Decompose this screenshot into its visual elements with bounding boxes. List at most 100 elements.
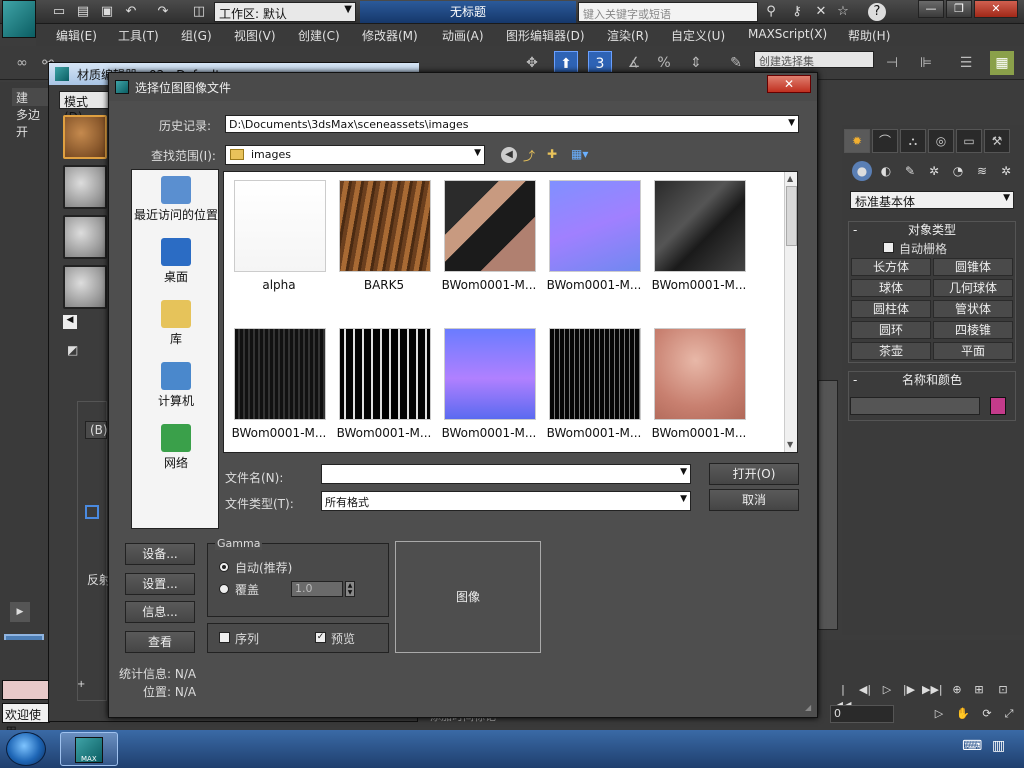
open-button[interactable]: 打开(O) xyxy=(709,463,799,485)
autogrid-row[interactable]: 自动栅格 xyxy=(883,240,947,257)
history-dropdown[interactable]: D:\Documents\3dsMax\sceneassets\images ▼ xyxy=(225,115,799,133)
prev-frame-icon[interactable]: ◀| xyxy=(856,682,874,698)
view-button[interactable]: 查看 xyxy=(125,631,195,653)
place-3[interactable]: 计算机 xyxy=(132,362,220,409)
shapes-icon[interactable]: ◐ xyxy=(876,161,896,181)
key-icon[interactable]: ⚷ xyxy=(788,3,806,21)
scroll-left-icon[interactable]: ◀ xyxy=(63,315,77,329)
menu-item[interactable]: MAXScript(X) xyxy=(748,27,827,41)
filetype-dropdown[interactable]: 所有格式 ▼ xyxy=(321,491,691,511)
lights-icon[interactable]: ✎ xyxy=(900,161,920,181)
file-name[interactable]: BWom0001-M... xyxy=(329,426,439,440)
settings-button[interactable]: 设置... xyxy=(125,573,195,595)
menu-item[interactable]: 视图(V) xyxy=(234,27,276,44)
preview-checkbox[interactable]: ✓ xyxy=(315,632,326,643)
key-mode-icon[interactable]: ⊕ xyxy=(948,682,966,698)
file-name[interactable]: BWom0001-M... xyxy=(539,278,649,292)
play-icon[interactable]: ▶ xyxy=(10,602,30,622)
name-color-header[interactable]: - 名称和颜色 xyxy=(849,372,1015,388)
object-type-button[interactable]: 圆锥体 xyxy=(933,258,1013,276)
gamma-auto-radio[interactable] xyxy=(219,562,229,572)
material-slot[interactable] xyxy=(63,215,107,259)
info-button[interactable]: 信息... xyxy=(125,601,195,623)
pan-icon[interactable]: ▷ xyxy=(930,706,948,722)
project-folder-icon[interactable]: ◫ xyxy=(190,3,208,21)
file-name[interactable]: BARK5 xyxy=(329,278,439,292)
save-icon[interactable]: ▣ xyxy=(98,3,116,21)
restore-button[interactable]: ❐ xyxy=(946,0,972,18)
orbit-icon[interactable]: ⟳ xyxy=(978,706,996,722)
file-thumbnail[interactable] xyxy=(654,328,746,420)
app-logo-button[interactable] xyxy=(2,0,36,38)
place-2[interactable]: 库 xyxy=(132,300,220,347)
object-type-button[interactable]: 平面 xyxy=(933,342,1013,360)
cancel-button[interactable]: 取消 xyxy=(709,489,799,511)
viewport[interactable] xyxy=(818,380,838,630)
next-frame-icon[interactable]: |▶ xyxy=(900,682,918,698)
file-name[interactable]: alpha xyxy=(224,278,334,292)
object-type-button[interactable]: 几何球体 xyxy=(933,279,1013,297)
frame-input[interactable]: 0 xyxy=(830,705,894,723)
mirror-icon[interactable]: ⊣ xyxy=(880,51,904,75)
undo-icon[interactable]: ↶ xyxy=(122,3,140,21)
menu-item[interactable]: 帮助(H) xyxy=(848,27,890,44)
object-type-button[interactable]: 茶壶 xyxy=(851,342,931,360)
file-thumbnail[interactable] xyxy=(654,180,746,272)
file-thumbnail[interactable] xyxy=(444,328,536,420)
gamma-override-radio[interactable] xyxy=(219,584,229,594)
resize-grip-icon[interactable]: ◢ xyxy=(805,703,815,713)
place-4[interactable]: 网络 xyxy=(132,424,220,471)
lookin-dropdown[interactable]: images ▼ xyxy=(225,145,485,165)
file-thumbnail[interactable] xyxy=(444,180,536,272)
maximize-viewport-icon[interactable]: ⤢ xyxy=(1000,706,1018,722)
file-thumbnail[interactable] xyxy=(339,180,431,272)
object-color-swatch[interactable] xyxy=(990,397,1006,415)
file-name[interactable]: BWom0001-M... xyxy=(434,278,544,292)
hierarchy-tab-icon[interactable]: ⛬ xyxy=(900,129,926,153)
object-type-button[interactable]: 圆柱体 xyxy=(851,300,931,318)
render-setup-icon[interactable]: ▦ xyxy=(990,51,1014,75)
sequence-checkbox[interactable] xyxy=(219,632,230,643)
utilities-tab-icon[interactable]: ⚒ xyxy=(984,129,1010,153)
file-thumbnail[interactable] xyxy=(234,328,326,420)
dialog-close-button[interactable]: ✕ xyxy=(767,75,811,93)
new-file-icon[interactable]: ▭ xyxy=(50,3,68,21)
setup-button[interactable]: 设备... xyxy=(125,543,195,565)
view-menu-icon[interactable]: ▦▾ xyxy=(571,147,593,163)
network-tray-icon[interactable]: ▥ xyxy=(992,738,1005,754)
create-tab-icon[interactable]: ✹ xyxy=(844,129,870,153)
material-option-icon[interactable] xyxy=(85,505,99,519)
object-type-button[interactable]: 管状体 xyxy=(933,300,1013,318)
gamma-spinner[interactable]: ▲ ▼ xyxy=(345,581,355,597)
cameras-icon[interactable]: ✲ xyxy=(924,161,944,181)
file-thumbnail[interactable] xyxy=(339,328,431,420)
start-button[interactable] xyxy=(6,732,46,766)
helpers-icon[interactable]: ◔ xyxy=(948,161,968,181)
menu-item[interactable]: 工具(T) xyxy=(118,27,159,44)
file-name[interactable]: BWom0001-M... xyxy=(434,426,544,440)
taskbar-app-3dsmax[interactable]: MAX xyxy=(60,732,118,766)
keyboard-icon[interactable]: ⌨ xyxy=(962,738,982,754)
object-type-button[interactable]: 四棱锥 xyxy=(933,321,1013,339)
search-input[interactable]: 键入关键字或短语 xyxy=(578,2,758,22)
menu-item[interactable]: 图形编辑器(D) xyxy=(506,27,585,44)
binoculars-icon[interactable]: ⚲ xyxy=(762,3,780,21)
material-slot[interactable] xyxy=(63,115,107,159)
file-name[interactable]: BWom0001-M... xyxy=(539,426,649,440)
spacewarps-icon[interactable]: ≋ xyxy=(972,161,992,181)
object-type-header[interactable]: - 对象类型 xyxy=(849,222,1015,238)
tools-icon[interactable]: ✕ xyxy=(812,3,830,21)
scroll-thumb[interactable] xyxy=(786,186,797,246)
hand-icon[interactable]: ✋ xyxy=(954,706,972,722)
redo-icon[interactable]: ↷ xyxy=(154,3,172,21)
object-name-input[interactable] xyxy=(850,397,980,415)
file-thumbnail[interactable] xyxy=(549,180,641,272)
menu-item[interactable]: 动画(A) xyxy=(442,27,484,44)
file-name[interactable]: BWom0001-M... xyxy=(224,426,334,440)
menu-item[interactable]: 修改器(M) xyxy=(362,27,418,44)
workspace-dropdown[interactable]: 工作区: 默认 ▼ xyxy=(214,2,356,22)
zoom-icon[interactable]: ⊞ xyxy=(970,682,988,698)
material-slot[interactable] xyxy=(63,265,107,309)
file-thumbnail[interactable] xyxy=(234,180,326,272)
file-thumbnail[interactable] xyxy=(549,328,641,420)
